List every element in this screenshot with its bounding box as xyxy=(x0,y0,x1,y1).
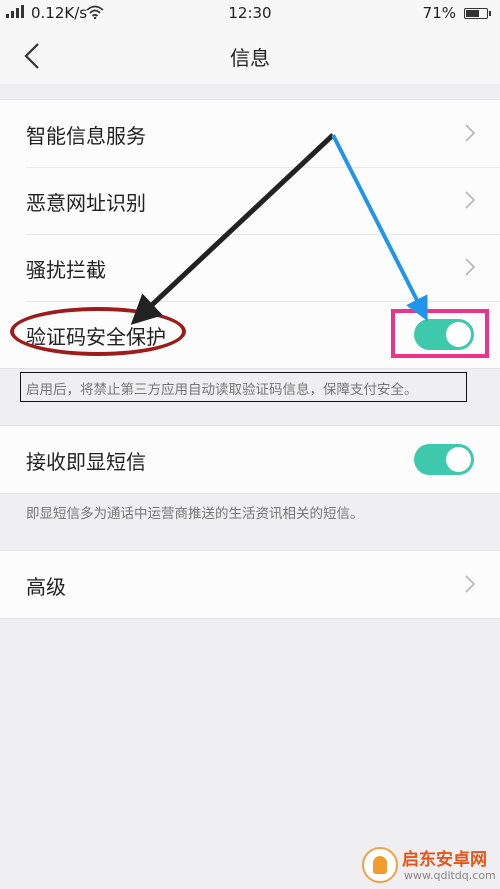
black-arrow xyxy=(130,133,335,325)
watermark: 启东安卓网 www.qdltdq.com xyxy=(356,843,500,889)
watermark-logo-icon xyxy=(362,847,398,883)
blue-arrow xyxy=(331,134,428,322)
annotation-arrows xyxy=(130,133,428,325)
watermark-name: 启东安卓网 xyxy=(402,850,487,870)
watermark-url: www.qdltdq.com xyxy=(404,869,496,882)
